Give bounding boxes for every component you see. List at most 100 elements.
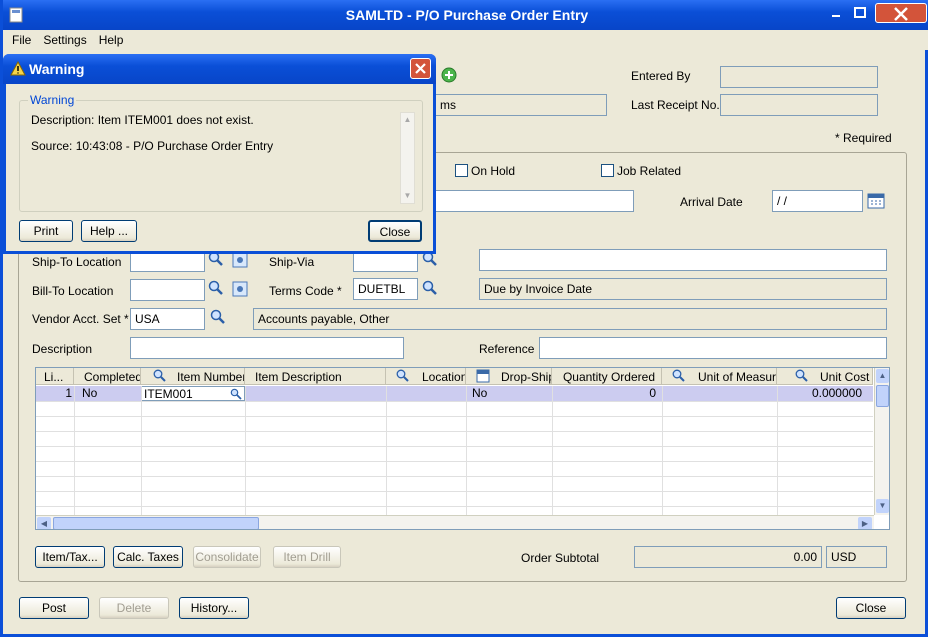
column-header-unit-cost-cell[interactable]: Unit Cost	[777, 368, 873, 385]
description-field[interactable]	[130, 337, 404, 359]
minimize-button[interactable]	[825, 3, 847, 23]
column-header-location: Location	[422, 370, 466, 384]
dialog-help-button[interactable]: Help ...	[81, 220, 137, 242]
zoom-detail-icon[interactable]	[232, 281, 248, 297]
delete-button[interactable]: Delete	[99, 597, 169, 619]
last-receipt-field	[720, 94, 878, 116]
close-icon	[415, 63, 426, 74]
ship-via-description[interactable]	[479, 249, 887, 271]
scroll-thumb[interactable]	[53, 517, 259, 529]
scroll-right-arrow-icon[interactable]: ▶	[858, 517, 872, 529]
column-header-completed[interactable]: Completed	[74, 368, 141, 385]
consolidate-button[interactable]: Consolidate	[193, 546, 261, 568]
dialog-title: Warning	[29, 61, 85, 77]
vendor-acct-description: Accounts payable, Other	[253, 308, 887, 330]
search-icon[interactable]	[230, 388, 242, 400]
vendor-name-field: ms	[435, 94, 607, 116]
warning-icon	[10, 61, 26, 76]
search-icon	[153, 369, 166, 382]
grid-line	[386, 386, 387, 516]
zoom-detail-icon[interactable]	[232, 252, 248, 268]
column-header-quantity-ordered[interactable]: Quantity Ordered	[552, 368, 662, 385]
add-icon[interactable]	[440, 66, 458, 84]
scroll-up-arrow-icon[interactable]: ▲	[401, 113, 414, 127]
column-header-item-number: Item Number	[177, 370, 245, 384]
vendor-acct-field[interactable]: USA	[130, 308, 205, 330]
terms-description: Due by Invoice Date	[479, 278, 887, 300]
search-icon	[795, 369, 808, 382]
dialog-close-button[interactable]: Close	[368, 220, 422, 242]
reference-field[interactable]	[539, 337, 887, 359]
scroll-down-arrow-icon[interactable]: ▼	[876, 499, 889, 513]
scroll-left-arrow-icon[interactable]: ◀	[37, 517, 51, 529]
maximize-icon	[854, 7, 866, 18]
cell-completed: No	[82, 386, 98, 400]
terms-code-field[interactable]: DUETBL	[353, 278, 418, 300]
menu-help[interactable]: Help	[93, 30, 130, 47]
bill-to-label: Bill-To Location	[32, 284, 114, 298]
on-hold-label: On Hold	[471, 164, 516, 178]
menu-bar: File Settings Help	[6, 30, 928, 50]
warning-dialog: Warning Warning Description: Item ITEM00…	[3, 54, 436, 254]
message-scrollbar[interactable]: ▲ ▼	[400, 112, 415, 204]
maximize-button[interactable]	[849, 3, 871, 23]
scroll-down-arrow-icon[interactable]: ▼	[401, 189, 414, 203]
detail-grid[interactable]: Li... Completed Item Number Item Descrip…	[35, 367, 890, 530]
horizontal-scrollbar[interactable]: ◀ ▶	[36, 515, 874, 529]
menu-settings[interactable]: Settings	[37, 30, 92, 47]
arrival-date-field[interactable]: / /	[772, 190, 863, 212]
grid-line	[36, 491, 873, 492]
warning-source: Source: 10:43:08 - P/O Purchase Order En…	[31, 139, 274, 153]
grid-line	[662, 386, 663, 516]
calc-taxes-button[interactable]: Calc. Taxes	[113, 546, 183, 568]
grid-line	[74, 386, 75, 516]
column-header-unit-of-measure: Unit of Measure	[698, 370, 777, 384]
post-button[interactable]: Post	[19, 597, 89, 619]
item-drill-button[interactable]: Item Drill	[273, 546, 341, 568]
order-subtotal-label: Order Subtotal	[521, 551, 600, 565]
item-tax-button[interactable]: Item/Tax...	[35, 546, 105, 568]
search-icon[interactable]	[208, 280, 224, 296]
entered-by-field	[720, 66, 878, 88]
arrival-date-label: Arrival Date	[680, 195, 743, 209]
job-related-checkbox[interactable]	[601, 164, 614, 177]
column-header-item-number-cell[interactable]: Item Number	[141, 368, 245, 385]
order-description-field[interactable]	[435, 190, 634, 212]
ship-via-label: Ship-Via	[269, 255, 315, 269]
window-close-button[interactable]	[875, 3, 927, 23]
window-title: SAMLTD - P/O Purchase Order Entry	[345, 7, 589, 23]
item-number-editor[interactable]: ITEM001	[141, 386, 245, 401]
column-header-item-description[interactable]: Item Description	[245, 368, 386, 385]
on-hold-checkbox[interactable]	[455, 164, 468, 177]
calendar-icon	[476, 369, 490, 383]
terms-code-label: Terms Code *	[269, 284, 342, 298]
bill-to-field[interactable]	[130, 279, 205, 301]
required-note: * Required	[835, 131, 892, 145]
grid-line	[36, 401, 873, 402]
search-icon[interactable]	[422, 280, 438, 296]
currency-field: USD	[826, 546, 887, 568]
column-header-unit-of-measure-cell[interactable]: Unit of Measure	[662, 368, 777, 385]
column-header-location-cell[interactable]: Location	[386, 368, 466, 385]
grid-line	[466, 386, 467, 516]
column-header-line[interactable]: Li...	[36, 368, 74, 385]
menu-file[interactable]: File	[6, 30, 37, 47]
calendar-icon[interactable]	[867, 192, 885, 210]
vertical-scrollbar[interactable]: ▲ ▼	[874, 368, 889, 515]
title-bar: SAMLTD - P/O Purchase Order Entry	[3, 0, 928, 30]
column-header-drop-ship-cell[interactable]: Drop-Ship	[466, 368, 552, 385]
scroll-thumb[interactable]	[876, 385, 889, 407]
cell-quantity-ordered: 0	[649, 386, 656, 400]
warning-group-label: Warning	[28, 93, 77, 107]
close-button[interactable]: Close	[836, 597, 906, 619]
job-related-label: Job Related	[617, 164, 682, 178]
dialog-close-x-button[interactable]	[410, 58, 431, 79]
dialog-print-button[interactable]: Print	[19, 220, 73, 242]
grid-line	[36, 461, 873, 462]
scroll-up-arrow-icon[interactable]: ▲	[876, 369, 889, 383]
grid-line	[36, 506, 873, 507]
search-icon[interactable]	[210, 309, 226, 325]
vendor-acct-label: Vendor Acct. Set *	[32, 312, 129, 326]
history-button[interactable]: History...	[179, 597, 249, 619]
table-row[interactable]: 1 No ITEM001 No 0 0.000000	[36, 386, 873, 401]
